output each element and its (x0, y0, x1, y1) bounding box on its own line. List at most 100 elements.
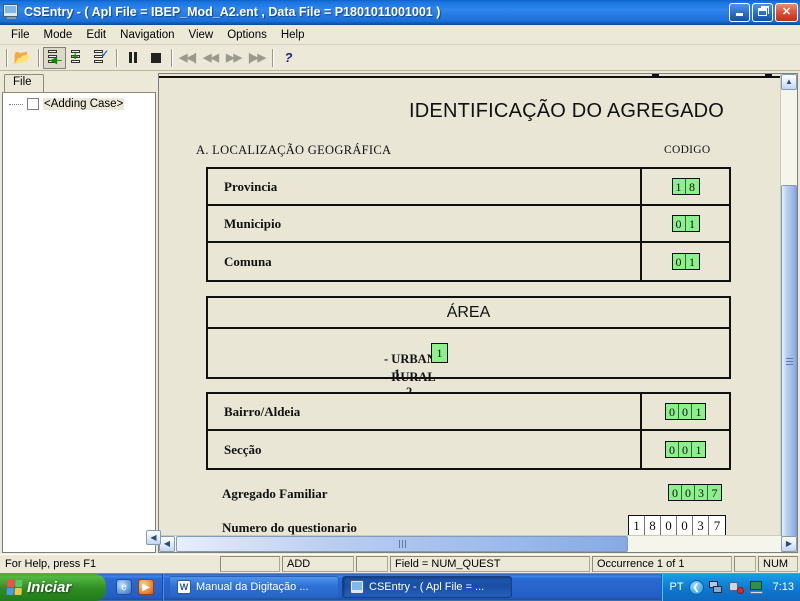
language-indicator[interactable]: PT (670, 581, 684, 593)
input-area[interactable]: 1 (431, 343, 448, 363)
toolbar-separator (6, 48, 7, 67)
input-municipio[interactable]: 0 1 (671, 215, 700, 232)
digit-cell[interactable]: 0 (673, 216, 686, 231)
tab-file[interactable]: File (4, 74, 44, 92)
form-horizontal-scrollbar[interactable]: ◀ ▶ (159, 535, 797, 552)
table-row: Bairro/Aldeia 0 0 1 (208, 394, 729, 431)
scroll-left-button[interactable]: ◀ (159, 536, 175, 552)
digit-cell[interactable]: 1 (673, 179, 686, 194)
menu-item-options[interactable]: Options (220, 27, 274, 43)
scroll-grip-icon (398, 540, 406, 548)
status-num-lock: NUM (758, 556, 798, 572)
horizontal-scroll-track[interactable] (175, 536, 781, 552)
field-cell-comuna: 0 1 (640, 243, 729, 280)
input-agregado-familiar[interactable]: 0 0 3 7 (668, 484, 722, 501)
menu-item-navigation[interactable]: Navigation (113, 27, 181, 43)
digit-cell[interactable]: 1 (692, 404, 705, 419)
verify-case-button[interactable]: ✓ (89, 47, 112, 69)
display-icon[interactable] (749, 580, 765, 594)
toolbar-separator (272, 48, 273, 67)
digit-cell[interactable]: 0 (677, 516, 693, 535)
window-title: CSEntry - ( Apl File = IBEP_Mod_A2.ent ,… (24, 5, 441, 19)
first-button[interactable]: ◀◀| (176, 47, 199, 69)
input-provincia[interactable]: 1 8 (671, 178, 700, 195)
security-alert-icon[interactable] (728, 581, 744, 594)
show-hidden-icons-chevron-icon[interactable]: ❮ (688, 579, 704, 595)
restore-button[interactable] (752, 2, 773, 22)
quick-launch-bar: e ▶ (106, 573, 163, 601)
menu-item-mode[interactable]: Mode (37, 27, 80, 43)
input-comuna[interactable]: 0 1 (671, 253, 700, 270)
insert-case-button[interactable]: + (66, 47, 89, 69)
status-occurrence: Occurrence 1 of 1 (592, 556, 732, 572)
digit-cell[interactable]: 0 (673, 254, 686, 269)
toolbar-separator (38, 48, 39, 67)
case-tree-panel: File <Adding Case> (2, 73, 156, 553)
digit-cell[interactable]: 1 (692, 442, 705, 457)
vertical-scroll-thumb[interactable] (781, 185, 797, 537)
scroll-up-button[interactable]: ▲ (781, 74, 797, 90)
minimize-button[interactable] (729, 2, 750, 22)
menu-item-help[interactable]: Help (274, 27, 312, 43)
close-button[interactable]: ✕ (775, 2, 798, 22)
form-vertical-scrollbar[interactable]: ▲ ▼ (780, 74, 797, 537)
status-bar: For Help, press F1 ADD Field = NUM_QUEST… (0, 554, 800, 573)
field-label-seccao: Secção (224, 441, 262, 457)
digit-cell[interactable]: 0 (682, 485, 695, 500)
digit-cell[interactable]: 0 (679, 404, 692, 419)
geographic-table: Provincia 1 8 Municipio 0 1 Comuna 0 1 (206, 167, 731, 282)
clock[interactable]: 7:13 (770, 581, 794, 593)
digit-cell[interactable]: 1 (432, 344, 447, 362)
help-button[interactable]: ? (277, 47, 300, 69)
menu-item-view[interactable]: View (181, 27, 220, 43)
tree-checkbox[interactable] (27, 98, 39, 110)
task-button-manual-digitacao[interactable]: W Manual da Digitação ... (169, 576, 339, 598)
next-button[interactable]: ▶▶ (222, 47, 245, 69)
pause-button[interactable] (121, 47, 144, 69)
digit-cell[interactable]: 0 (666, 442, 679, 457)
input-numero-questionario[interactable]: 1 8 0 0 3 7 (628, 515, 726, 535)
open-file-button[interactable]: 📂 (11, 47, 34, 69)
digit-cell[interactable]: 0 (661, 516, 677, 535)
digit-cell[interactable]: 3 (693, 516, 709, 535)
tree-scroll-left-button[interactable]: ◀ (146, 530, 161, 545)
task-button-csentry[interactable]: CSEntry - ( Apl File = ... (342, 576, 512, 598)
word-document-icon: W (177, 580, 191, 594)
digit-cell[interactable]: 1 (686, 254, 699, 269)
menu-item-file[interactable]: File (4, 27, 37, 43)
digit-cell[interactable]: 8 (645, 516, 661, 535)
form-canvas[interactable]: IDENTIFICAÇÃO DO AGREGADO A. LOCALIZAÇÃO… (159, 74, 780, 535)
internet-explorer-icon[interactable]: e (116, 579, 132, 595)
field-label-comuna: Comuna (224, 253, 272, 269)
last-button[interactable]: |▶▶ (245, 47, 268, 69)
digit-cell[interactable]: 0 (679, 442, 692, 457)
previous-button[interactable]: ◀◀ (199, 47, 222, 69)
horizontal-scroll-thumb[interactable] (176, 536, 628, 552)
table-row: Comuna 0 1 (208, 243, 729, 280)
tree-view[interactable]: <Adding Case> (2, 92, 156, 553)
digit-cell[interactable]: 7 (709, 516, 725, 535)
digit-cell[interactable]: 0 (666, 404, 679, 419)
vertical-scroll-track[interactable] (781, 90, 797, 537)
tree-item-adding-case[interactable]: <Adding Case> (9, 98, 155, 110)
window-controls: ✕ (729, 2, 798, 22)
start-button[interactable]: Iniciar (0, 573, 106, 601)
stop-button[interactable] (144, 47, 167, 69)
scroll-right-button[interactable]: ▶ (781, 536, 797, 552)
area-body: - URBANA 1 - RURAL 2 1 (208, 329, 729, 399)
detail-table: Bairro/Aldeia 0 0 1 Secção 0 0 1 (206, 392, 731, 470)
menu-item-edit[interactable]: Edit (79, 27, 113, 43)
media-player-icon[interactable]: ▶ (138, 579, 154, 595)
network-connections-icon[interactable] (708, 580, 724, 594)
digit-cell[interactable]: 1 (686, 216, 699, 231)
digit-cell[interactable]: 1 (629, 516, 645, 535)
digit-cell[interactable]: 0 (669, 485, 682, 500)
digit-cell[interactable]: 8 (686, 179, 699, 194)
input-seccao[interactable]: 0 0 1 (665, 441, 706, 458)
tree-tabstrip: File (2, 73, 156, 92)
input-bairro-aldeia[interactable]: 0 0 1 (665, 403, 706, 420)
add-case-button[interactable]: ◀– (43, 46, 66, 69)
field-cell-provincia: 1 8 (640, 169, 729, 204)
digit-cell[interactable]: 7 (708, 485, 721, 500)
digit-cell[interactable]: 3 (695, 485, 708, 500)
